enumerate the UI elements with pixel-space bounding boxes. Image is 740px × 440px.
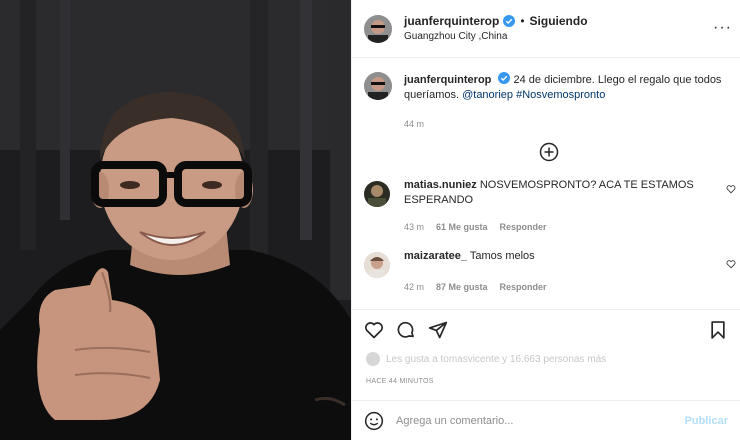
reply-button[interactable]: Responder [500,280,547,295]
following-button[interactable]: Siguiendo [530,14,588,28]
post-photo[interactable] [0,0,351,440]
caption-hashtag[interactable]: #Nosvemospronto [516,89,605,101]
post-header: juanferquinterop • Siguiendo Guangzhou C… [352,0,740,58]
more-options-icon[interactable]: ··· [713,20,732,36]
comment-text: Tamos melos [469,250,535,262]
separator-dot: • [520,13,525,28]
comment-like-heart-icon[interactable] [726,259,736,269]
emoji-icon[interactable] [364,411,384,431]
comment-username[interactable]: matias.nuniez [404,179,477,191]
liker-avatar [366,352,380,366]
caption-avatar[interactable] [364,72,392,100]
comment-time: 43 m [404,222,425,232]
post-location[interactable]: Guangzhou City ,China [404,31,588,43]
caption-mention[interactable]: @tanoriep [462,89,513,101]
author-username[interactable]: juanferquinterop [404,14,499,28]
comment-likes[interactable]: 87 Me gusta [436,280,488,295]
comment-like-heart-icon[interactable] [726,184,736,194]
bookmark-icon[interactable] [708,320,728,340]
likes-summary[interactable]: Les gusta a tomasvicente y 16.663 person… [366,352,606,366]
comment-likes[interactable]: 61 Me gusta [436,220,488,235]
verified-badge-icon [503,14,516,27]
header-text: juanferquinterop • Siguiendo Guangzhou C… [404,14,588,43]
caption-username[interactable]: juanferquinterop [404,74,491,86]
caption-time: 44 m [404,119,425,129]
commenter-avatar[interactable] [364,181,390,207]
comment-item: matias.nuniez NOSVEMOSPRONTO? ACA TE EST… [352,178,740,235]
comments-section: juanferquinterop 24 de diciembre. Llego … [352,58,740,308]
comment-icon[interactable] [396,320,416,340]
comment-item: maizaratee_ Tamos melos 42 m 87 Me gusta… [352,249,740,295]
post-actions-bar [352,309,740,349]
comment-input[interactable] [396,414,666,427]
add-comment-bar: Publicar [352,400,740,440]
post-time-ago: HACE 44 MINUTOS [366,378,434,385]
publish-button[interactable]: Publicar [685,415,728,427]
verified-badge-icon [498,72,511,84]
comment-time: 42 m [404,282,425,292]
heart-icon[interactable] [364,320,384,340]
author-avatar[interactable] [364,14,392,43]
comment-username[interactable]: maizaratee_ [404,250,467,262]
reply-button[interactable]: Responder [500,220,547,235]
likes-text: Les gusta a tomasvicente y 16.663 person… [386,353,607,365]
add-comment-icon[interactable] [539,142,559,162]
post-side-panel: juanferquinterop • Siguiendo Guangzhou C… [351,0,740,440]
share-icon[interactable] [428,320,448,340]
post-caption: juanferquinterop 24 de diciembre. Llego … [352,58,740,132]
commenter-avatar[interactable] [364,252,390,278]
